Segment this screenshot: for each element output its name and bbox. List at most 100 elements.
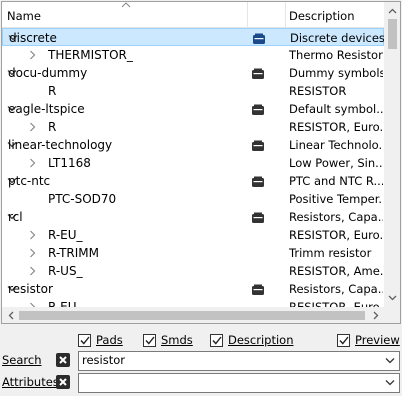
description-check-icon[interactable] — [210, 333, 223, 347]
device-row[interactable]: LT1168 Low Power, Sin... — [2, 154, 384, 172]
pads-check-icon[interactable] — [78, 333, 91, 347]
row-description: RESISTOR, Ame... — [289, 264, 383, 278]
description-checkbox[interactable]: Description — [210, 331, 294, 349]
library-row[interactable]: resistor Resistors, Capa... — [2, 280, 384, 298]
horizontal-scrollbar[interactable] — [2, 307, 384, 323]
name-column-label: Name — [7, 9, 41, 23]
pads-label: Pads — [96, 333, 123, 347]
smds-label: Smds — [161, 333, 193, 347]
scrollbar-corner — [384, 306, 400, 323]
row-name: eagle-ltspice — [8, 102, 85, 116]
attributes-dropdown-icon[interactable] — [385, 379, 395, 386]
row-name: LT1168 — [48, 156, 91, 170]
library-row[interactable]: ptc-ntc PTC and NTC R... — [2, 172, 384, 190]
collapsed-chevron-icon[interactable] — [26, 262, 38, 280]
search-input[interactable]: resistor — [82, 353, 125, 367]
collapsed-chevron-icon[interactable] — [26, 46, 38, 64]
row-description: Default symbol... — [289, 102, 383, 116]
row-name: resistor — [8, 282, 53, 296]
row-description: Linear Technolo... — [289, 138, 383, 152]
library-icon — [251, 139, 265, 151]
description-label: Description — [228, 333, 294, 347]
library-row[interactable]: discrete Discrete devices... — [2, 28, 384, 46]
horizontal-scroll-thumb[interactable] — [19, 311, 365, 320]
tree-rows: discrete Discrete devices... THERMISTOR_ Th… — [2, 28, 384, 308]
attributes-label: Attributes — [2, 375, 59, 389]
library-icon — [251, 211, 265, 223]
row-name: rcl — [8, 210, 23, 224]
search-combobox[interactable]: resistor — [78, 351, 400, 371]
attributes-row: Attributes — [0, 373, 402, 393]
search-dropdown-icon[interactable] — [385, 357, 395, 364]
row-description: Discrete devices... — [290, 31, 384, 45]
tree-header: Name Description — [2, 2, 384, 28]
device-row[interactable]: R-US_ RESISTOR, Ame... — [2, 262, 384, 280]
preview-checkbox[interactable]: Preview — [337, 331, 400, 349]
search-label: Search — [2, 353, 42, 367]
name-column-header[interactable]: Name — [2, 2, 248, 28]
clear-attributes-icon[interactable] — [56, 375, 70, 389]
collapsed-chevron-icon[interactable] — [26, 118, 38, 136]
library-icon — [251, 67, 265, 79]
description-column-label: Description — [289, 9, 355, 23]
row-description: Resistors, Capa... — [289, 282, 383, 296]
row-name: docu-dummy — [8, 66, 88, 80]
row-description: Positive Temper... — [289, 192, 383, 206]
row-description: Thermo Resistor — [289, 48, 383, 62]
library-browser-panel: Name Description discrete Discrete device… — [0, 0, 402, 396]
library-row[interactable]: rcl Resistors, Capa... — [2, 208, 384, 226]
row-name: R-EU_ — [48, 228, 83, 242]
library-row[interactable]: docu-dummy Dummy symbols — [2, 64, 384, 82]
device-row[interactable]: THERMISTOR_ Thermo Resistor — [2, 46, 384, 64]
row-description: Trimm resistor — [289, 246, 372, 260]
smds-check-icon[interactable] — [143, 333, 156, 347]
scroll-down-icon[interactable] — [384, 289, 400, 306]
row-description: RESISTOR, Euro... — [289, 228, 383, 242]
device-row[interactable]: R-TRIMM Trimm resistor — [2, 244, 384, 262]
row-description: RESISTOR, Euro... — [289, 120, 383, 134]
device-row[interactable]: PTC-SOD70 Positive Temper... — [2, 190, 384, 208]
vertical-scrollbar[interactable] — [384, 2, 400, 306]
row-name: THERMISTOR_ — [48, 48, 133, 62]
row-name: discrete — [9, 31, 57, 45]
filter-options: Pads Smds Description Preview — [0, 331, 402, 349]
scroll-right-icon[interactable] — [367, 307, 384, 323]
collapsed-chevron-icon[interactable] — [26, 244, 38, 262]
description-column-header[interactable]: Description — [286, 2, 384, 28]
row-description: RESISTOR — [289, 84, 347, 98]
library-row[interactable]: eagle-ltspice Default symbol... — [2, 100, 384, 118]
scroll-left-icon[interactable] — [2, 307, 19, 323]
row-name: PTC-SOD70 — [48, 192, 117, 206]
row-name: linear-technology — [8, 138, 113, 152]
device-row[interactable]: R RESISTOR — [2, 82, 384, 100]
collapsed-chevron-icon[interactable] — [26, 226, 38, 244]
row-description: Low Power, Sin... — [289, 156, 383, 170]
row-description: PTC and NTC R... — [289, 174, 383, 188]
row-name: R — [48, 120, 57, 134]
vertical-scroll-thumb[interactable] — [388, 19, 397, 49]
icon-column-header[interactable] — [248, 2, 286, 28]
row-name: R-US_ — [48, 264, 83, 278]
library-icon — [251, 103, 265, 115]
preview-label: Preview — [355, 333, 400, 347]
device-row[interactable]: R RESISTOR, Euro... — [2, 118, 384, 136]
library-row[interactable]: linear-technology Linear Technolo... — [2, 136, 384, 154]
smds-checkbox[interactable]: Smds — [143, 331, 193, 349]
row-description: Dummy symbols — [289, 66, 383, 80]
pads-checkbox[interactable]: Pads — [78, 331, 123, 349]
clear-search-icon[interactable] — [56, 353, 70, 367]
row-name: R-TRIMM — [48, 246, 99, 260]
row-description: Resistors, Capa... — [289, 210, 383, 224]
preview-check-icon[interactable] — [337, 333, 350, 347]
row-name: ptc-ntc — [8, 174, 51, 188]
row-name: R — [48, 84, 57, 98]
attributes-combobox[interactable] — [78, 373, 400, 393]
collapsed-chevron-icon[interactable] — [26, 154, 38, 172]
library-icon — [252, 32, 266, 44]
scroll-up-icon[interactable] — [384, 2, 400, 19]
search-row: Search resistor — [0, 351, 402, 371]
device-row[interactable]: R-EU_ RESISTOR, Euro... — [2, 226, 384, 244]
library-icon — [251, 175, 265, 187]
library-tree-view[interactable]: Name Description discrete Discrete device… — [1, 1, 401, 324]
library-icon — [251, 283, 265, 295]
